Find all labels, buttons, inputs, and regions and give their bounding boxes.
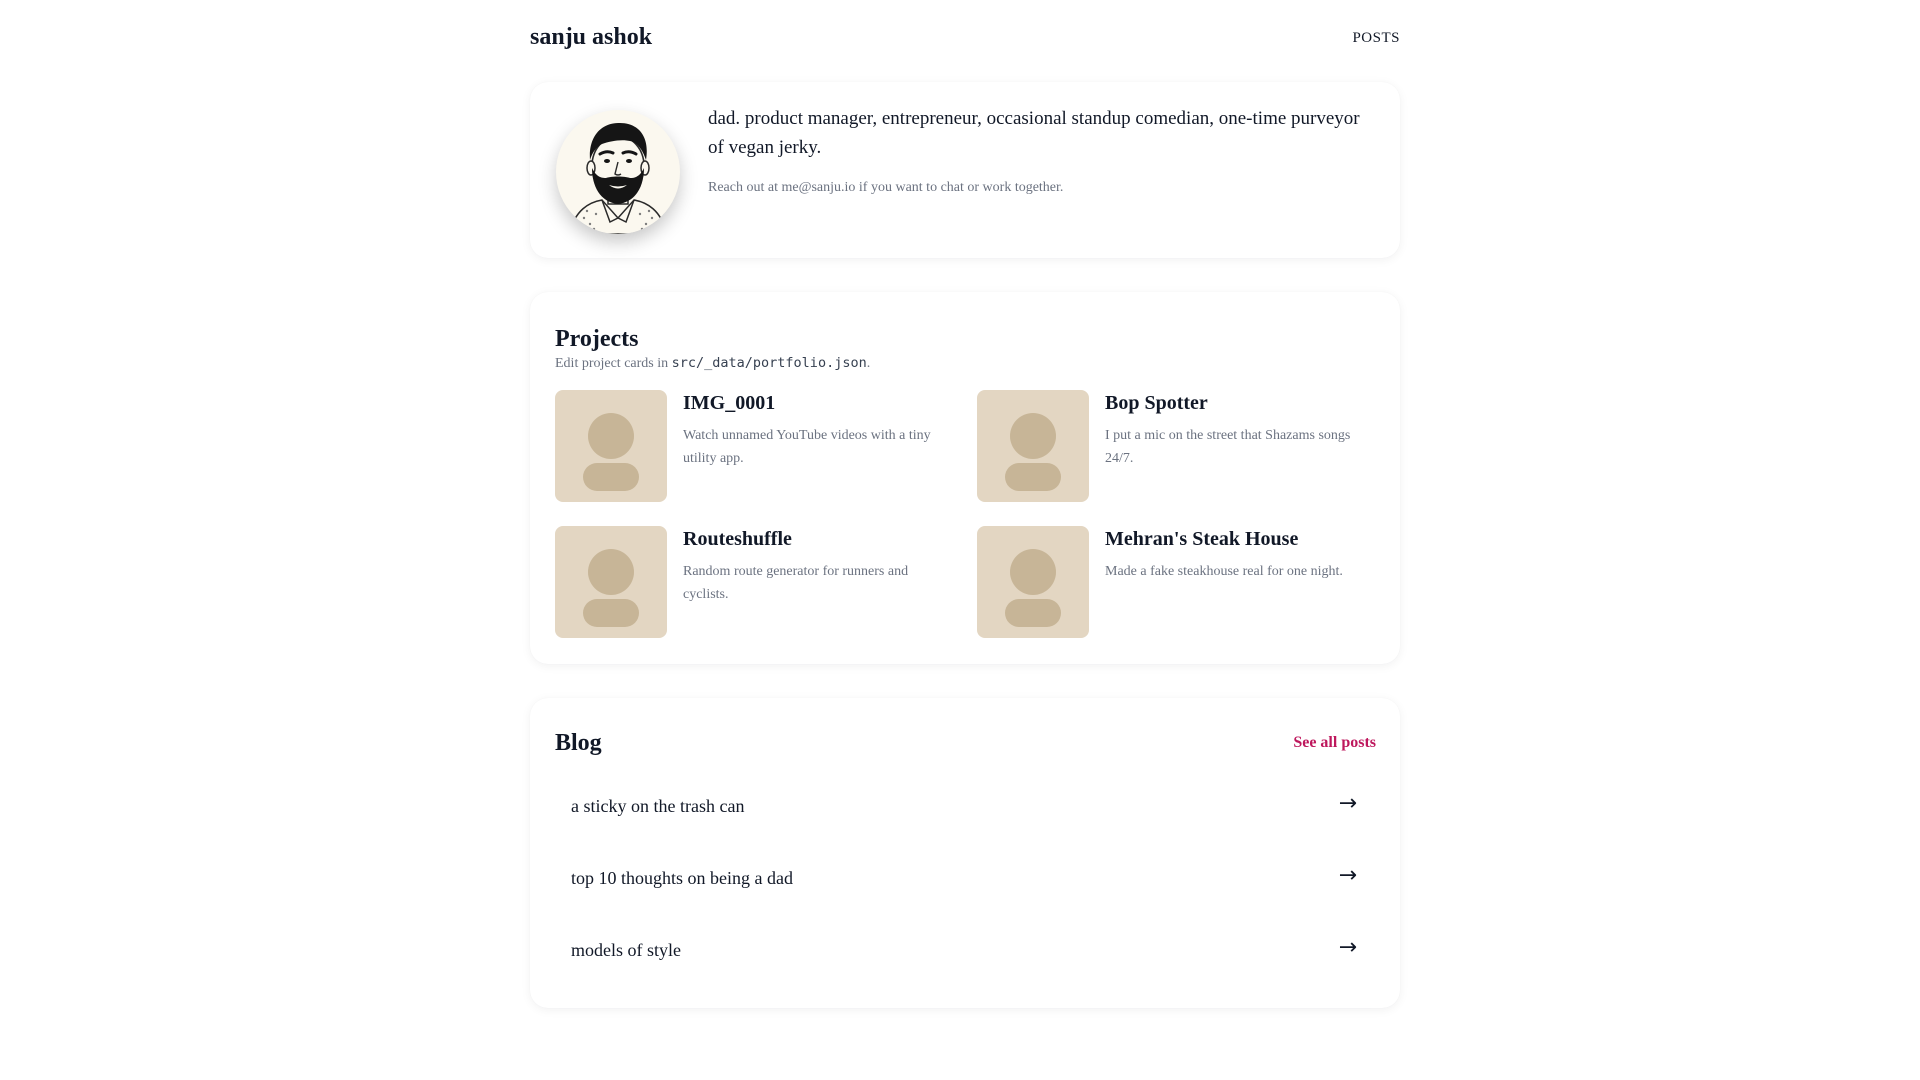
project-card-bop-spotter[interactable]: Bop Spotter I put a mic on the street th… — [977, 390, 1377, 502]
arrow-right-icon: → — [1338, 791, 1357, 816]
see-all-posts-link[interactable]: See all posts — [1293, 734, 1376, 752]
placeholder-person-icon — [555, 526, 667, 638]
blog-post-title[interactable]: a sticky on the trash can — [571, 796, 744, 817]
placeholder-person-icon — [977, 526, 1089, 638]
project-name[interactable]: IMG_0001 — [683, 392, 775, 415]
contact-text: Reach out at me@sanju.io if you want to … — [708, 180, 1064, 195]
blog-post-item[interactable]: a sticky on the trash can → — [555, 780, 1375, 836]
project-name[interactable]: Bop Spotter — [1105, 392, 1208, 415]
bearded-man-illustration-icon — [556, 110, 680, 234]
nav-posts-link[interactable]: POSTS — [1352, 30, 1400, 47]
projects-note-suffix: . — [866, 356, 871, 371]
project-card-mehrans-steak-house[interactable]: Mehran's Steak House Made a fake steakho… — [977, 526, 1377, 638]
projects-card: Projects Edit project cards in src/_data… — [530, 292, 1400, 664]
projects-heading: Projects — [555, 326, 639, 352]
project-name[interactable]: Routeshuffle — [683, 528, 792, 551]
blog-post-item[interactable]: top 10 thoughts on being a dad → — [555, 852, 1375, 908]
site-title[interactable]: sanju ashok — [530, 24, 652, 51]
blog-heading: Blog — [555, 730, 602, 756]
intro-card: dad. product manager, entrepreneur, occa… — [530, 82, 1400, 258]
project-card-routeshuffle[interactable]: Routeshuffle Random route generator for … — [555, 526, 955, 638]
arrow-right-icon: → — [1338, 863, 1357, 888]
placeholder-person-icon — [977, 390, 1089, 502]
blog-post-title[interactable]: models of style — [571, 940, 681, 961]
placeholder-person-icon — [555, 390, 667, 502]
page-container: sanju ashok POSTS dad. product manager, … — [530, 0, 1400, 1008]
project-description: I put a mic on the street that Shazams s… — [1105, 428, 1351, 466]
projects-note: Edit project cards in src/_data/portfoli… — [555, 355, 870, 372]
blog-post-item[interactable]: models of style → — [555, 924, 1375, 980]
project-description: Watch unnamed YouTube videos with a tiny… — [683, 428, 931, 466]
project-name[interactable]: Mehran's Steak House — [1105, 528, 1298, 551]
projects-note-path: src/_data/portfolio.json — [671, 355, 867, 371]
blog-post-title[interactable]: top 10 thoughts on being a dad — [571, 868, 793, 889]
blog-card: Blog See all posts a sticky on the trash… — [530, 698, 1400, 1008]
project-description: Made a fake steakhouse real for one nigh… — [1105, 564, 1343, 579]
projects-note-prefix: Edit project cards in — [555, 356, 672, 371]
project-description: Random route generator for runners and c… — [683, 564, 909, 602]
bio-text: dad. product manager, entrepreneur, occa… — [708, 108, 1360, 158]
site-header: sanju ashok POSTS — [530, 0, 1400, 82]
project-card-img-0001[interactable]: IMG_0001 Watch unnamed YouTube videos wi… — [555, 390, 955, 502]
arrow-right-icon: → — [1338, 935, 1357, 960]
